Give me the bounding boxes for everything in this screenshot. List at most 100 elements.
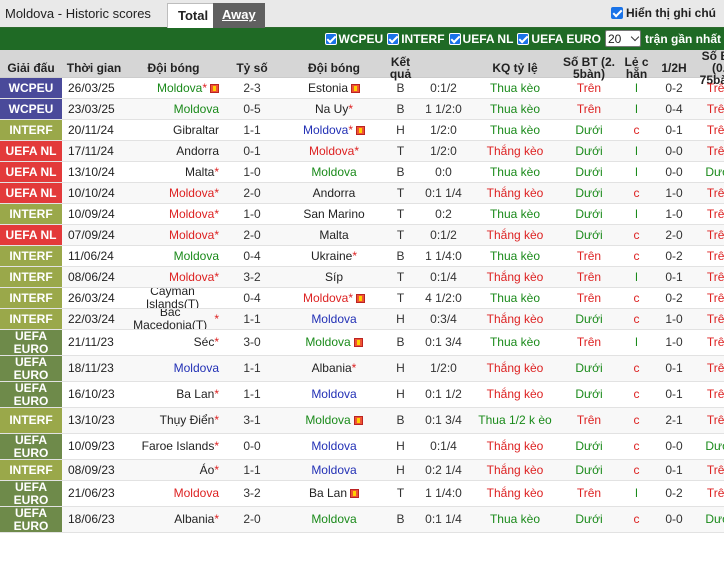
away-team[interactable]: Moldova * bbox=[283, 288, 385, 308]
away-team[interactable]: Moldova bbox=[283, 309, 385, 329]
home-team[interactable]: Moldova * bbox=[126, 225, 221, 245]
match-score[interactable]: 0-0 bbox=[221, 434, 283, 459]
home-team[interactable]: Moldova bbox=[126, 99, 221, 119]
handicap-result: Thắng kèo bbox=[486, 462, 544, 477]
show-notes-toggle[interactable]: Hiển thị ghi chú bbox=[611, 6, 716, 20]
league-badge[interactable]: UEFA EURO bbox=[0, 356, 62, 381]
home-team-name: Séc bbox=[193, 335, 215, 349]
league-badge[interactable]: INTERF bbox=[0, 246, 62, 266]
home-team[interactable]: Moldova bbox=[126, 481, 221, 506]
filter-uefa-nl[interactable]: UEFA NL bbox=[448, 32, 513, 46]
league-badge[interactable]: INTERF bbox=[0, 204, 62, 224]
away-team-name: Moldova bbox=[311, 512, 357, 526]
away-team[interactable]: Ukraine * bbox=[283, 246, 385, 266]
away-team[interactable]: Moldova bbox=[283, 330, 385, 355]
match-score[interactable]: 1-0 bbox=[221, 204, 283, 224]
away-team[interactable]: Síp bbox=[283, 267, 385, 287]
home-team[interactable]: Bắc Macedonia(T) * bbox=[126, 309, 221, 329]
checkbox-icon[interactable] bbox=[448, 32, 461, 45]
filter-wcpeu[interactable]: WCPEU bbox=[324, 32, 383, 46]
match-score[interactable]: 2-3 bbox=[221, 78, 283, 98]
checkbox-icon[interactable] bbox=[611, 7, 623, 19]
match-score[interactable]: 1-1 bbox=[221, 120, 283, 140]
checkbox-icon[interactable] bbox=[517, 32, 530, 45]
league-badge[interactable]: UEFA NL bbox=[0, 183, 62, 203]
match-score[interactable]: 0-1 bbox=[221, 141, 283, 161]
home-team[interactable]: Áo * bbox=[126, 460, 221, 480]
league-badge[interactable]: UEFA EURO bbox=[0, 434, 62, 459]
away-team[interactable]: Na Uy * bbox=[283, 99, 385, 119]
home-team[interactable]: Moldova * bbox=[126, 267, 221, 287]
tab-away[interactable]: Away bbox=[213, 3, 265, 28]
league-badge[interactable]: INTERF bbox=[0, 408, 62, 433]
away-team[interactable]: Moldova bbox=[283, 408, 385, 433]
tab-total[interactable]: Total bbox=[167, 3, 220, 28]
league-badge[interactable]: UEFA EURO bbox=[0, 481, 62, 506]
away-team[interactable]: Moldova bbox=[283, 434, 385, 459]
away-team[interactable]: Moldova bbox=[283, 162, 385, 182]
league-badge[interactable]: INTERF bbox=[0, 309, 62, 329]
home-team[interactable]: Faroe Islands * bbox=[126, 434, 221, 459]
filter-group: WCPEU INTERF UEFA NL UEFA EURO 20 trận g… bbox=[324, 30, 721, 47]
home-team[interactable]: Moldova * bbox=[126, 204, 221, 224]
match-count-select[interactable]: 20 bbox=[604, 30, 641, 47]
away-team[interactable]: San Marino bbox=[283, 204, 385, 224]
checkbox-icon[interactable] bbox=[387, 32, 400, 45]
match-score[interactable]: 1-1 bbox=[221, 356, 283, 381]
home-team[interactable]: Gibraltar bbox=[126, 120, 221, 140]
match-score[interactable]: 1-1 bbox=[221, 309, 283, 329]
home-team[interactable]: Albania * bbox=[126, 507, 221, 532]
match-score[interactable]: 1-0 bbox=[221, 162, 283, 182]
league-badge[interactable]: INTERF bbox=[0, 120, 62, 140]
match-score[interactable]: 0-5 bbox=[221, 99, 283, 119]
league-badge[interactable]: INTERF bbox=[0, 288, 62, 308]
match-score[interactable]: 1-1 bbox=[221, 460, 283, 480]
league-badge[interactable]: UEFA EURO bbox=[0, 507, 62, 532]
home-team[interactable]: Moldova * bbox=[126, 183, 221, 203]
filter-uefa-euro[interactable]: UEFA EURO bbox=[517, 32, 601, 46]
match-score[interactable]: 2-0 bbox=[221, 183, 283, 203]
match-score[interactable]: 3-2 bbox=[221, 481, 283, 506]
match-score[interactable]: 0-4 bbox=[221, 246, 283, 266]
home-team[interactable]: Moldova * bbox=[126, 78, 221, 98]
home-team[interactable]: Andorra bbox=[126, 141, 221, 161]
away-team[interactable]: Albania * bbox=[283, 356, 385, 381]
away-team[interactable]: Estonia bbox=[283, 78, 385, 98]
away-team[interactable]: Moldova bbox=[283, 507, 385, 532]
match-score[interactable]: 1-1 bbox=[221, 382, 283, 407]
home-team[interactable]: Séc * bbox=[126, 330, 221, 355]
away-team[interactable]: Moldova bbox=[283, 460, 385, 480]
match-score[interactable]: 2-0 bbox=[221, 507, 283, 532]
half-time-score: 1-0 bbox=[665, 335, 683, 349]
checkbox-icon[interactable] bbox=[324, 32, 337, 45]
match-score[interactable]: 3-1 bbox=[221, 408, 283, 433]
away-team[interactable]: Moldova bbox=[283, 382, 385, 407]
home-team[interactable]: Thụy Điển * bbox=[126, 408, 221, 433]
away-team[interactable]: Moldova * bbox=[283, 141, 385, 161]
odd-even: l bbox=[635, 206, 638, 221]
home-team[interactable]: Malta * bbox=[126, 162, 221, 182]
away-team[interactable]: Moldova * bbox=[283, 120, 385, 140]
home-team[interactable]: Moldova bbox=[126, 356, 221, 381]
league-badge[interactable]: UEFA EURO bbox=[0, 382, 62, 407]
home-team[interactable]: Moldova bbox=[126, 246, 221, 266]
league-badge[interactable]: INTERF bbox=[0, 267, 62, 287]
league-badge[interactable]: WCPEU bbox=[0, 99, 62, 119]
match-score[interactable]: 3-0 bbox=[221, 330, 283, 355]
away-team[interactable]: Andorra bbox=[283, 183, 385, 203]
league-badge[interactable]: UEFA NL bbox=[0, 162, 62, 182]
league-badge[interactable]: UEFA NL bbox=[0, 141, 62, 161]
match-score[interactable]: 2-0 bbox=[221, 225, 283, 245]
away-team[interactable]: Malta bbox=[283, 225, 385, 245]
odd-even: l bbox=[635, 80, 638, 95]
league-badge[interactable]: UEFA NL bbox=[0, 225, 62, 245]
league-badge[interactable]: UEFA EURO bbox=[0, 330, 62, 355]
league-badge[interactable]: WCPEU bbox=[0, 78, 62, 98]
home-team[interactable]: Cayman Islands(T) bbox=[126, 288, 221, 308]
filter-interf[interactable]: INTERF bbox=[387, 32, 445, 46]
home-team[interactable]: Ba Lan * bbox=[126, 382, 221, 407]
match-score[interactable]: 0-4 bbox=[221, 288, 283, 308]
league-badge[interactable]: INTERF bbox=[0, 460, 62, 480]
away-team[interactable]: Ba Lan bbox=[283, 481, 385, 506]
match-score[interactable]: 3-2 bbox=[221, 267, 283, 287]
